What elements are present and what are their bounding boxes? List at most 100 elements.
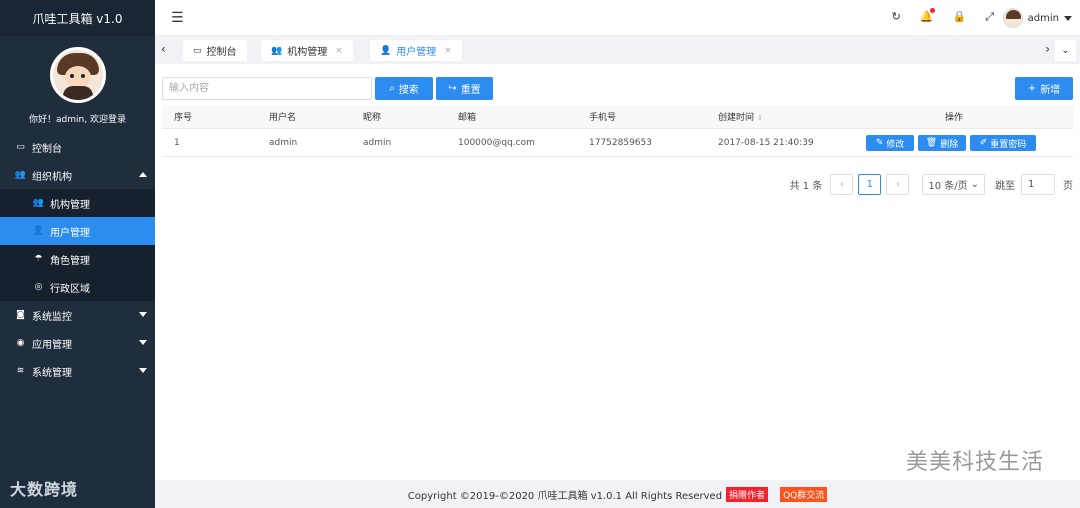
sidebar-item-label: 控制台 [32, 143, 62, 155]
sidebar-item-app-management[interactable]: ◉ 应用管理 [0, 329, 155, 357]
watermark: 美美科技生活 [905, 450, 1044, 475]
avatar [49, 47, 106, 103]
tab-label: 机构管理 [287, 47, 328, 58]
chevron-down-icon [139, 340, 147, 345]
search-input[interactable] [162, 77, 372, 100]
reset-password-button[interactable]: ✐ 重置密码 [970, 135, 1036, 151]
top-header: ☰ ↻ 🔔 🔒 ⤢ admin [155, 0, 1080, 36]
lock-icon[interactable]: 🔒 [952, 10, 966, 24]
col-header-created[interactable]: 创建时间 ⇕ [718, 110, 763, 123]
username: admin [1027, 12, 1059, 24]
cell-email: 100000@qq.com [458, 137, 535, 148]
app-title: 爪哇工具箱 v1.0 [0, 0, 155, 36]
qq-group-badge[interactable]: QQ群交流 [780, 486, 828, 502]
pencil-icon: ✎ [875, 138, 884, 148]
sort-icon[interactable]: ⇕ [757, 114, 763, 122]
tab-dept-management[interactable]: 👥 机构管理 × [261, 40, 353, 61]
search-icon: ⌕ [389, 83, 395, 94]
sidebar-item-label: 系统管理 [32, 367, 72, 379]
add-button[interactable]: + 新增 [1015, 77, 1073, 100]
compass-icon: ◎ [34, 282, 43, 292]
search-button[interactable]: ⌕ 搜索 [375, 77, 433, 100]
chevron-left-icon[interactable]: ‹ [161, 42, 166, 56]
table-row: 1 admin admin 100000@qq.com 17752859653 … [162, 129, 1073, 157]
col-header-email: 邮箱 [458, 113, 477, 123]
total-count: 共 1 条 [789, 181, 823, 192]
users-icon: 👥 [14, 170, 27, 180]
goto-label: 跳至 [995, 181, 1015, 192]
umbrella-icon: ☂ [34, 254, 43, 264]
user-menu[interactable]: admin [1002, 8, 1072, 28]
sidebar-item-label: 行政区域 [50, 283, 90, 295]
cell-created: 2017-08-15 21:40:39 [718, 137, 814, 148]
table-header: 序号 用户名 昵称 邮箱 手机号 创建时间 ⇕ 操作 [162, 105, 1073, 129]
chevron-down-icon [139, 368, 147, 373]
bottom-logo: 大数跨境 [10, 480, 79, 499]
tab-dashboard[interactable]: ▭ 控制台 [183, 40, 247, 61]
notification-dot [930, 8, 936, 13]
sidebar-item-label: 系统监控 [32, 311, 72, 323]
tab-user-management[interactable]: 👤 用户管理 × [370, 40, 462, 61]
chevron-down-icon: ⌄ [970, 179, 979, 190]
sidebar-item-dashboard[interactable]: ▭ 控制台 [0, 133, 155, 161]
layers-icon: ≋ [16, 366, 25, 376]
close-icon[interactable]: × [444, 46, 452, 56]
user-icon: 👤 [380, 45, 392, 56]
col-header-username: 用户名 [269, 113, 297, 123]
chevron-down-icon [139, 312, 147, 317]
chevron-right-icon[interactable]: › [1045, 42, 1050, 56]
sidebar-item-system-management[interactable]: ≋ 系统管理 [0, 357, 155, 385]
close-icon[interactable]: × [335, 46, 343, 56]
page-1-button[interactable]: 1 [858, 174, 882, 195]
group-icon: 👥 [271, 45, 283, 56]
page-size-select[interactable]: 10 条/页 ⌄ [922, 174, 985, 195]
sidebar: 爪哇工具箱 v1.0 你好！admin, 欢迎登录 ▭ 控制台 👥 组织机构 👥… [0, 0, 155, 508]
goto-page-input[interactable]: 1 [1021, 174, 1055, 195]
sidebar-menu: ▭ 控制台 👥 组织机构 👥 机构管理 👤 用户管理 ☂ 角色管理 ◎ 行政区域… [0, 133, 155, 385]
sidebar-item-user-management[interactable]: 👤 用户管理 [0, 217, 155, 245]
footer: Copyright ©2019-©2020 爪哇工具箱 v1.0.1 All R… [155, 480, 1080, 508]
sidebar-item-role-management[interactable]: ☂ 角色管理 [0, 245, 155, 273]
next-page-button[interactable]: › [886, 174, 910, 195]
chevron-down-icon[interactable]: ⌄ [1055, 40, 1076, 61]
delete-button[interactable]: 🗑 删除 [918, 135, 966, 151]
sidebar-item-organization[interactable]: 👥 组织机构 [0, 161, 155, 189]
tab-label: 用户管理 [396, 47, 437, 58]
user-table: 序号 用户名 昵称 邮箱 手机号 创建时间 ⇕ 操作 1 admin admin … [162, 105, 1073, 157]
cell-index: 1 [174, 137, 180, 148]
cell-nickname: admin [363, 137, 392, 148]
donate-badge[interactable]: 捐赠作者 [726, 486, 769, 502]
sidebar-item-regions[interactable]: ◎ 行政区域 [0, 273, 155, 301]
pagination: 共 1 条 ‹ 1 › 10 条/页 ⌄ 跳至 1 页 [790, 174, 1073, 195]
edit-button[interactable]: ✎ 修改 [866, 135, 914, 151]
sidebar-item-dept-management[interactable]: 👥 机构管理 [0, 189, 155, 217]
chevron-up-icon [139, 172, 147, 177]
fullscreen-icon[interactable]: ⤢ [985, 10, 994, 24]
welcome-text: 你好！admin, 欢迎登录 [29, 115, 126, 125]
camera-icon: ◙ [16, 310, 25, 320]
cell-phone: 17752859653 [589, 137, 652, 148]
gauge-icon: ◉ [16, 338, 25, 348]
page-suffix: 页 [1063, 181, 1073, 192]
col-header-nickname: 昵称 [363, 113, 382, 123]
main-content: ⌕ 搜索 ↪ 重置 + 新增 序号 用户名 昵称 邮箱 手机号 创建时间⇕ 操作… [155, 64, 1080, 480]
copyright-text: Copyright ©2019-©2020 爪哇工具箱 v1.0.1 All R… [407, 490, 723, 502]
monitor-icon: ▭ [193, 45, 202, 56]
brush-icon: ✐ [979, 138, 988, 148]
caret-down-icon [1064, 15, 1072, 21]
sidebar-item-monitoring[interactable]: ◙ 系统监控 [0, 301, 155, 329]
sidebar-item-label: 组织机构 [32, 171, 72, 183]
reset-button[interactable]: ↪ 重置 [436, 77, 493, 100]
plus-icon: + [1027, 83, 1037, 94]
prev-page-button[interactable]: ‹ [830, 174, 854, 195]
trash-icon: 🗑 [925, 138, 938, 148]
cell-username: admin [269, 137, 298, 148]
sidebar-item-label: 角色管理 [50, 255, 90, 267]
bell-icon[interactable]: 🔔 [920, 8, 936, 24]
refresh-icon[interactable]: ↻ [892, 10, 901, 24]
sidebar-item-label: 应用管理 [32, 339, 72, 351]
col-header-actions: 操作 [945, 113, 964, 123]
tab-bar: ‹ ▭ 控制台 👥 机构管理 × 👤 用户管理 × › ⌄ [155, 36, 1080, 64]
menu-toggle-icon[interactable]: ☰ [171, 10, 184, 26]
group-icon: 👥 [32, 198, 45, 208]
